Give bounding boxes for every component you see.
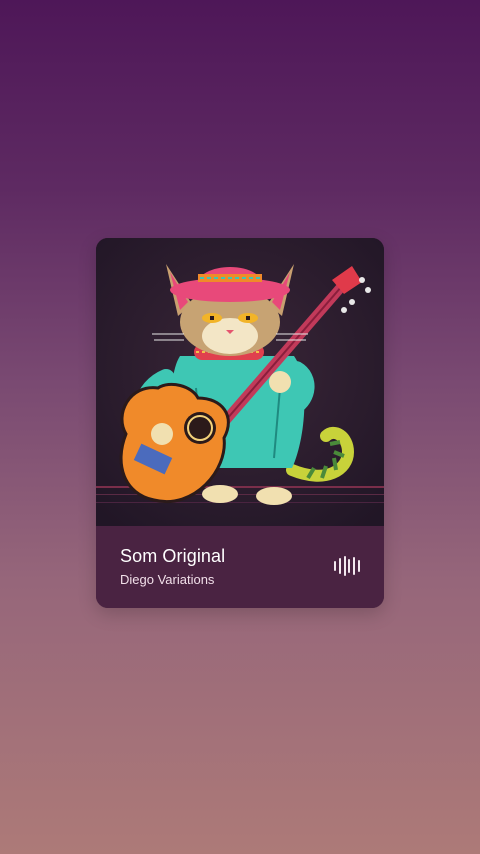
album-cover-art[interactable] [96,238,384,526]
track-artist[interactable]: Diego Variations [120,572,214,587]
audio-card[interactable]: Som Original Diego Variations [96,238,384,608]
audio-wave-icon[interactable] [334,556,360,576]
track-title[interactable]: Som Original [120,546,225,567]
cat-guitar-illustration [96,238,384,526]
screen: { "track": { "title": "Som Original", "a… [0,0,480,854]
track-info-panel: Som Original Diego Variations [96,526,384,608]
